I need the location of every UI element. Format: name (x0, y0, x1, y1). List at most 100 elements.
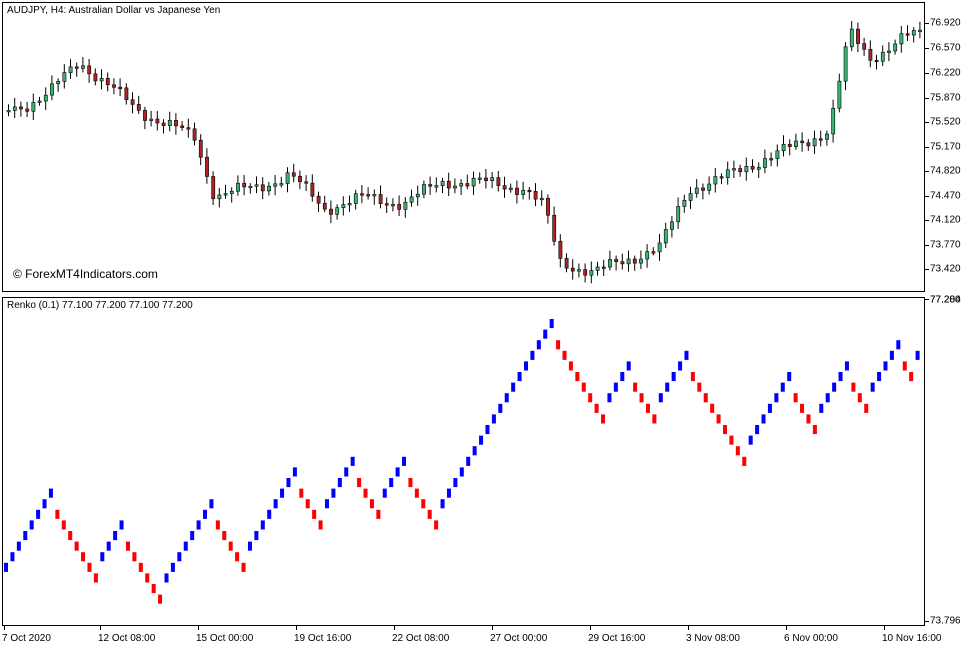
renko-indicator-pane[interactable]: Renko (0.1) 77.100 77.200 77.100 77.200 (2, 297, 925, 626)
renko-down-brick (93, 573, 98, 583)
time-tick (296, 626, 297, 630)
bull-candle (341, 204, 346, 209)
renko-down-brick (228, 541, 233, 551)
bear-candle (496, 177, 501, 186)
bull-candle (843, 46, 848, 82)
chart-window[interactable]: AUDJPY, H4: Australian Dollar vs Japanes… (0, 0, 977, 650)
bear-candle (515, 187, 519, 195)
bull-candle (694, 187, 699, 194)
renko-up-brick (838, 372, 843, 382)
bear-candle (769, 158, 774, 161)
renko-up-brick (324, 499, 329, 509)
price-tick (925, 23, 929, 24)
bear-candle (291, 172, 296, 177)
renko-down-brick (639, 393, 644, 403)
bull-candle (12, 106, 17, 111)
bear-candle (25, 108, 30, 112)
renko-up-brick (100, 552, 105, 562)
bull-candle (645, 251, 650, 260)
time-tick (492, 626, 493, 630)
bear-candle (397, 204, 402, 210)
bear-candle (446, 180, 451, 189)
bear-candle (806, 142, 811, 147)
bull-candle (440, 180, 445, 186)
bull-candle (676, 206, 681, 223)
time-axis[interactable]: 7 Oct 2020 12 Oct 08:00 15 Oct 00:00 19 … (0, 626, 977, 650)
price-scale-top[interactable]: 76.920 76.570 76.220 75.870 75.520 75.17… (925, 2, 977, 292)
renko-down-brick (241, 562, 246, 572)
bull-candle (521, 189, 526, 195)
bear-candle (874, 60, 879, 63)
renko-down-brick (376, 509, 381, 519)
bull-candle (248, 185, 253, 189)
bull-candle (725, 169, 730, 178)
renko-down-brick (145, 573, 150, 583)
renko-up-brick (4, 562, 9, 572)
time-tick (198, 626, 199, 630)
price-tick (925, 269, 929, 270)
time-label: 15 Oct 00:00 (196, 633, 254, 644)
bear-candle (552, 214, 557, 242)
bear-candle (112, 84, 116, 88)
bull-candle (347, 203, 352, 206)
bear-candle (192, 128, 197, 141)
renko-up-brick (626, 361, 631, 371)
renko-down-brick (812, 425, 817, 435)
price-tick (925, 98, 929, 99)
price-scale-bottom[interactable]: 77.284 77.200 73.796 (925, 295, 977, 627)
time-tick (786, 626, 787, 630)
renko-up-brick (344, 467, 349, 477)
renko-up-brick (337, 478, 342, 488)
bull-candle (149, 118, 154, 121)
price-tick (925, 48, 929, 49)
renko-down-brick (74, 541, 79, 551)
bear-candle (174, 120, 178, 127)
renko-down-brick (652, 414, 657, 424)
renko-down-brick (568, 361, 573, 371)
bear-candle (93, 73, 98, 82)
bear-candle (620, 261, 625, 265)
renko-up-brick (183, 541, 188, 551)
price-tick (925, 621, 929, 622)
bull-candle (6, 110, 11, 113)
bear-candle (161, 122, 166, 126)
renko-down-brick (55, 509, 60, 519)
bull-candle (459, 183, 464, 187)
renko-up-brick (203, 509, 208, 519)
renko-up-brick (504, 393, 509, 403)
bull-candle (31, 102, 36, 112)
renko-up-brick (254, 531, 259, 541)
renko-up-brick (819, 403, 824, 413)
renko-down-brick (716, 414, 721, 424)
bull-candle (409, 196, 414, 203)
renko-up-brick (247, 541, 252, 551)
renko-up-brick (453, 478, 458, 488)
price-label: 76.570 (930, 42, 961, 54)
bull-candle (589, 270, 594, 276)
bull-candle (911, 30, 916, 36)
renko-down-brick (318, 520, 323, 530)
renko-up-brick (780, 382, 785, 392)
bull-candle (81, 65, 85, 69)
bear-candle (180, 125, 185, 128)
price-label: 73.770 (930, 239, 961, 251)
renko-down-brick (132, 552, 137, 562)
bull-candle (229, 190, 234, 194)
renko-up-brick (170, 562, 175, 572)
renko-up-brick (280, 488, 285, 498)
renko-down-brick (305, 499, 310, 509)
bear-candle (502, 185, 507, 190)
price-chart-pane[interactable]: AUDJPY, H4: Australian Dollar vs Japanes… (2, 2, 925, 292)
bull-candle (372, 194, 377, 197)
bear-candle (310, 182, 315, 197)
renko-up-brick (48, 488, 53, 498)
renko-down-brick (690, 372, 695, 382)
renko-down-brick (125, 541, 130, 551)
renko-down-brick (222, 531, 227, 541)
bear-candle (316, 195, 321, 204)
renko-up-brick (260, 520, 265, 530)
renko-bricks (4, 319, 920, 604)
bull-candle (825, 133, 829, 140)
time-tick (688, 626, 689, 630)
bull-candle (50, 83, 54, 96)
